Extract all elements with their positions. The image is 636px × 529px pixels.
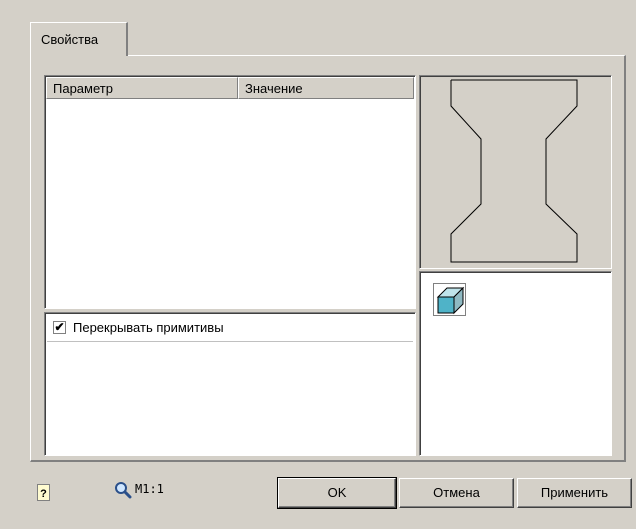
profile-preview	[419, 75, 612, 269]
cancel-button[interactable]: Отмена	[399, 478, 514, 508]
i-beam-profile-drawing	[450, 79, 578, 263]
tab-properties-label: Свойства	[41, 32, 99, 47]
overlap-primitives-checkbox[interactable]: ✔	[53, 321, 66, 334]
property-grid[interactable]: Параметр Значение	[44, 75, 416, 309]
profile-outline	[450, 79, 578, 263]
option-row-overlap[interactable]: ✔ Перекрывать примитивы	[47, 315, 413, 342]
scale-zoom-control[interactable]: M1:1	[113, 480, 171, 500]
options-panel: ✔ Перекрывать примитивы	[44, 312, 416, 456]
ok-button[interactable]: OK	[277, 477, 397, 509]
help-icon[interactable]: ?	[37, 484, 51, 502]
svg-text:?: ?	[40, 488, 47, 500]
column-header-parameter[interactable]: Параметр	[46, 77, 238, 99]
3d-view-panel	[419, 271, 612, 456]
overlap-primitives-label: Перекрывать примитивы	[73, 320, 224, 335]
tab-properties[interactable]: Свойства	[30, 22, 128, 56]
magnifier-icon	[115, 482, 132, 499]
scale-label: M1:1	[135, 482, 164, 496]
apply-button[interactable]: Применить	[517, 478, 632, 508]
column-header-value[interactable]: Значение	[238, 77, 414, 99]
cube-icon[interactable]	[433, 283, 467, 317]
